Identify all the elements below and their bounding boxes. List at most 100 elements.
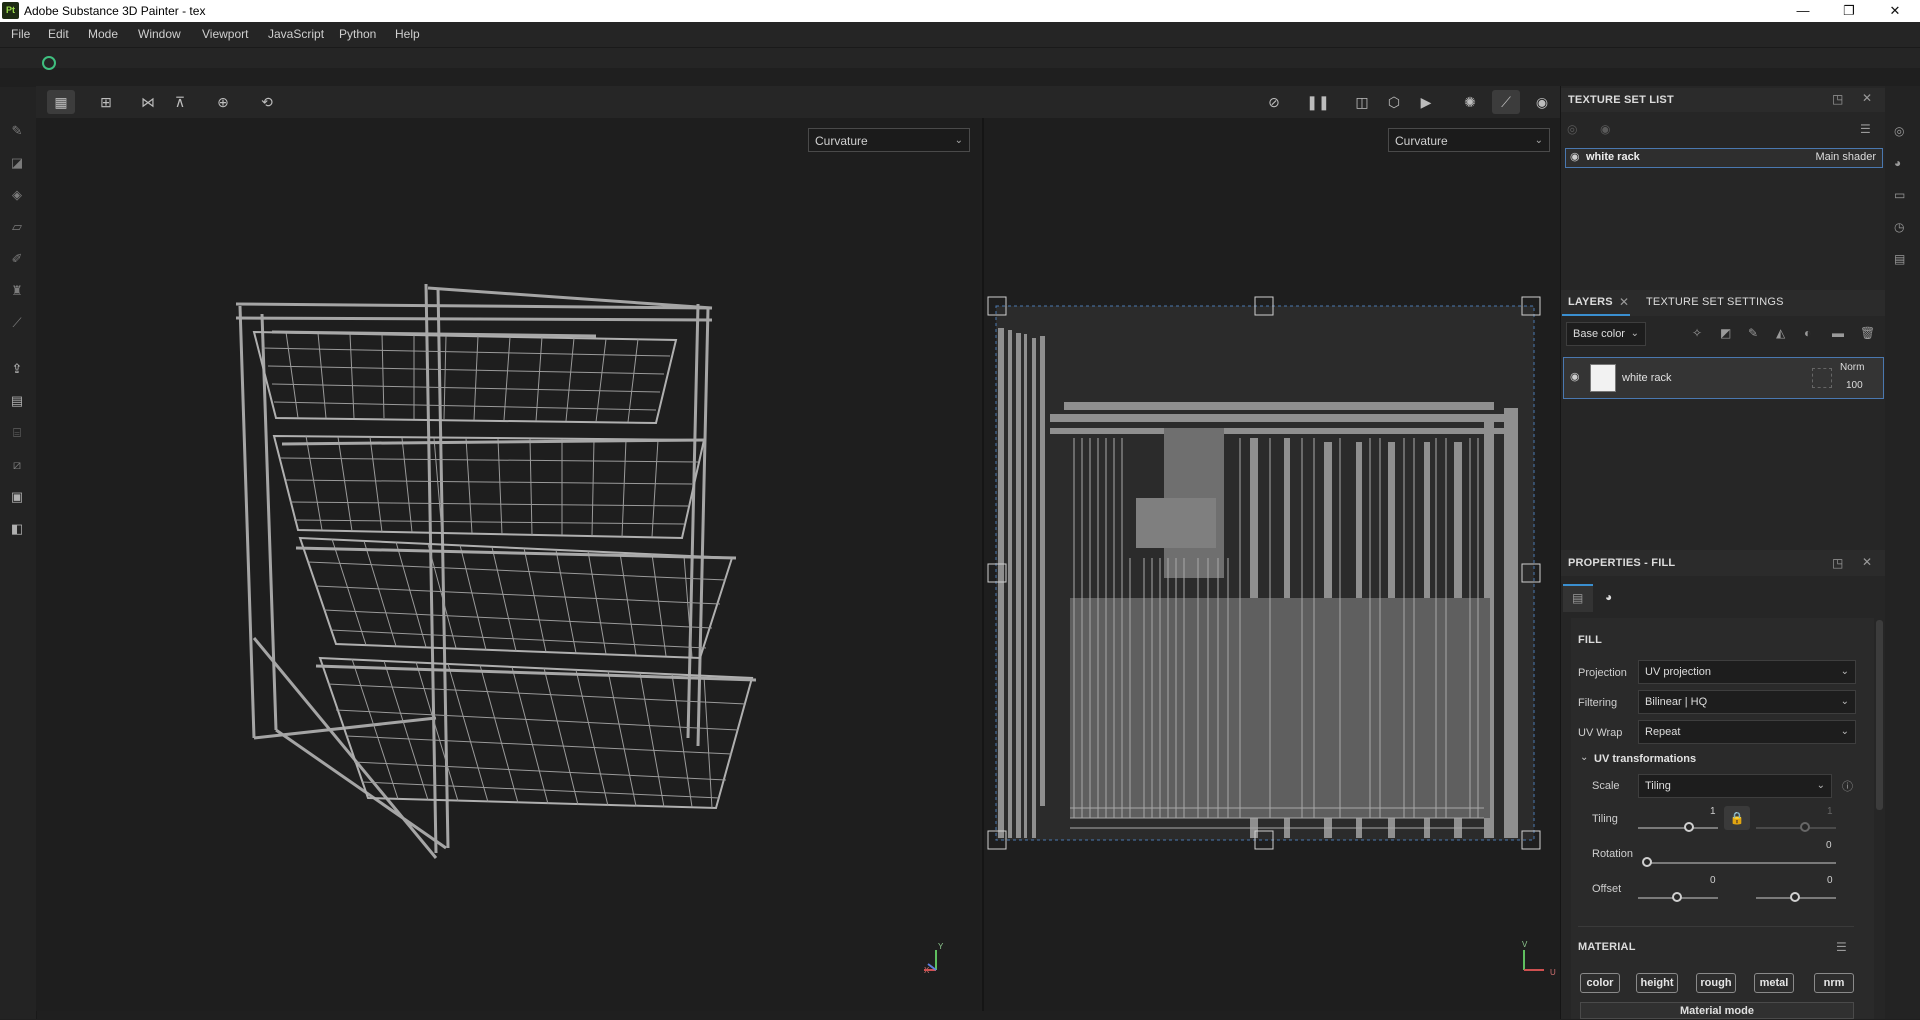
log-icon[interactable]: ▤ bbox=[1894, 252, 1905, 266]
tiling-u-knob[interactable] bbox=[1684, 822, 1694, 832]
visibility-off-icon[interactable]: ⊘ bbox=[1260, 90, 1288, 114]
history-icon[interactable]: ◷ bbox=[1894, 220, 1904, 234]
color-picker-icon[interactable]: ⟋ bbox=[8, 314, 26, 332]
rotation-knob[interactable] bbox=[1642, 857, 1652, 867]
collapse-chevron-icon[interactable]: ⌄ bbox=[1580, 752, 1588, 763]
projection-icon[interactable]: ◈ bbox=[8, 186, 26, 204]
add-effect-icon[interactable]: ✧ bbox=[1692, 326, 1702, 340]
menu-help[interactable]: Help bbox=[395, 27, 420, 41]
menu-icon[interactable]: ☰ bbox=[1860, 122, 1871, 136]
tab-fill-properties[interactable]: ▤ bbox=[1563, 584, 1593, 612]
menu-window[interactable]: Window bbox=[138, 27, 181, 41]
grid-view-icon[interactable]: ▦ bbox=[47, 90, 75, 114]
add-mask-icon[interactable]: ◩ bbox=[1720, 326, 1731, 340]
viewport-2d[interactable]: Curvature ⌄ V U bbox=[982, 118, 1562, 1011]
offset-v-value[interactable]: 0 bbox=[1827, 875, 1833, 886]
offset-v-knob[interactable] bbox=[1790, 892, 1800, 902]
texture-set-item[interactable]: ◉ white rack Main shader bbox=[1565, 148, 1883, 168]
blend-mode[interactable]: Norm bbox=[1840, 362, 1864, 373]
history-icon[interactable]: ⟲ bbox=[253, 90, 281, 114]
pause-icon[interactable]: ❚❚ bbox=[1304, 90, 1332, 114]
eye-icon[interactable]: ◉ bbox=[1600, 122, 1610, 136]
delete-layer-icon[interactable]: 🗑 bbox=[1860, 326, 1875, 340]
close-tab-icon[interactable]: ✕ bbox=[1619, 295, 1629, 309]
add-paint-layer-icon[interactable]: ✎ bbox=[1748, 326, 1758, 340]
add-smart-material-icon[interactable]: ◐ bbox=[1804, 326, 1811, 340]
material-channel-height[interactable]: height bbox=[1636, 973, 1678, 993]
camera-icon[interactable]: ▶ bbox=[1412, 90, 1440, 114]
display-settings-icon[interactable]: ◎ bbox=[1894, 124, 1904, 138]
float-panel-icon[interactable]: ◳ bbox=[1832, 556, 1843, 570]
float-panel-icon[interactable]: ◳ bbox=[1832, 92, 1843, 106]
hide-icon[interactable]: ◎ bbox=[1567, 122, 1577, 136]
tiling-v-value[interactable]: 1 bbox=[1827, 806, 1833, 817]
layer-opacity[interactable]: 100 bbox=[1846, 380, 1863, 391]
rotation-value[interactable]: 0 bbox=[1826, 840, 1832, 851]
visibility-eye-icon[interactable]: ◉ bbox=[1570, 150, 1580, 163]
tab-layers[interactable]: LAYERS bbox=[1568, 296, 1613, 308]
close-panel-icon[interactable]: ✕ bbox=[1862, 555, 1872, 569]
tiling-u-value[interactable]: 1 bbox=[1710, 806, 1716, 817]
add-fill-layer-icon[interactable]: ◭ bbox=[1776, 326, 1785, 340]
smudge-icon[interactable]: ✐ bbox=[8, 250, 26, 268]
symmetry-y-icon[interactable]: ⊼ bbox=[166, 90, 194, 114]
menu-edit[interactable]: Edit bbox=[48, 27, 69, 41]
cube-view-icon[interactable]: ⬡ bbox=[1380, 90, 1408, 114]
menu-python[interactable]: Python bbox=[339, 27, 376, 41]
material-mode-button[interactable]: Material mode bbox=[1580, 1002, 1854, 1019]
tiling-v-slider[interactable] bbox=[1756, 827, 1836, 829]
eraser-icon[interactable]: ◪ bbox=[8, 154, 26, 172]
offset-u-value[interactable]: 0 bbox=[1710, 875, 1716, 886]
menu-file[interactable]: File bbox=[11, 27, 30, 41]
split-view-icon[interactable]: ◫ bbox=[1348, 90, 1376, 114]
uv-wrap-select[interactable]: Repeat ⌄ bbox=[1638, 720, 1856, 744]
environment-icon[interactable]: ◕ bbox=[1894, 156, 1901, 170]
channel-dropdown-3d[interactable]: Curvature ⌄ bbox=[808, 128, 970, 152]
clone-stamp-icon[interactable]: ♜ bbox=[8, 282, 26, 300]
document-icon[interactable]: ▣ bbox=[8, 488, 26, 506]
mask-icon[interactable]: ⧄ bbox=[8, 456, 26, 474]
offset-u-knob[interactable] bbox=[1672, 892, 1682, 902]
paint-brush-icon[interactable]: ✎ bbox=[8, 122, 26, 140]
lock-icon[interactable]: 🔒 bbox=[1724, 806, 1750, 830]
mesh-icon[interactable]: ◧ bbox=[8, 520, 26, 538]
material-channel-color[interactable]: color bbox=[1580, 973, 1620, 993]
material-tab-icon[interactable]: ◕ bbox=[1605, 590, 1612, 604]
viewport-3d[interactable]: Curvature ⌄ Y X bbox=[36, 118, 980, 1011]
uv-transformations-title[interactable]: UV transformations bbox=[1594, 753, 1696, 765]
scale-select[interactable]: Tiling ⌄ bbox=[1638, 774, 1832, 798]
close-panel-icon[interactable]: ✕ bbox=[1862, 91, 1872, 105]
geometry-fill-icon[interactable]: ▱ bbox=[8, 218, 26, 236]
brush-mode-icon[interactable]: ⟋ bbox=[1492, 90, 1520, 114]
grid-options-icon[interactable]: ⊞ bbox=[92, 90, 120, 114]
light-icon[interactable]: ✺ bbox=[1456, 90, 1484, 114]
material-channel-nrm[interactable]: nrm bbox=[1814, 973, 1854, 993]
material-channel-metal[interactable]: metal bbox=[1754, 973, 1794, 993]
channel-select[interactable]: Base color ⌄ bbox=[1566, 322, 1646, 346]
menu-viewport[interactable]: Viewport bbox=[202, 27, 248, 41]
maximize-button[interactable]: ❐ bbox=[1826, 0, 1872, 22]
texture-icon[interactable]: ▤ bbox=[8, 392, 26, 410]
layer-visibility-icon[interactable]: ◉ bbox=[1570, 370, 1580, 383]
material-channel-rough[interactable]: rough bbox=[1696, 973, 1736, 993]
close-button[interactable]: ✕ bbox=[1872, 0, 1918, 22]
material-menu-icon[interactable]: ☰ bbox=[1836, 940, 1847, 954]
minimize-button[interactable]: — bbox=[1780, 0, 1826, 22]
symmetry-x-icon[interactable]: ⋈ bbox=[134, 90, 162, 114]
tab-texture-set-settings[interactable]: TEXTURE SET SETTINGS bbox=[1646, 296, 1784, 308]
shelf-icon[interactable]: ▭ bbox=[1894, 188, 1905, 202]
tiling-v-knob[interactable] bbox=[1800, 822, 1810, 832]
add-view-icon[interactable]: ⊕ bbox=[209, 90, 237, 114]
screenshot-icon[interactable]: ◉ bbox=[1528, 90, 1556, 114]
menu-mode[interactable]: Mode bbox=[88, 27, 118, 41]
properties-scrollbar[interactable] bbox=[1876, 620, 1883, 810]
add-folder-icon[interactable]: ▬ bbox=[1832, 326, 1844, 340]
info-icon[interactable]: ⓘ bbox=[1842, 778, 1853, 794]
uv-tile-icon[interactable]: ⌸ bbox=[8, 424, 26, 442]
rotation-slider[interactable] bbox=[1646, 862, 1836, 864]
projection-select[interactable]: UV projection ⌄ bbox=[1638, 660, 1856, 684]
menu-javascript[interactable]: JavaScript bbox=[268, 27, 324, 41]
tiling-u-slider[interactable] bbox=[1638, 827, 1718, 829]
filtering-select[interactable]: Bilinear | HQ ⌄ bbox=[1638, 690, 1856, 714]
bake-export-icon[interactable]: ⇪ bbox=[8, 360, 26, 378]
